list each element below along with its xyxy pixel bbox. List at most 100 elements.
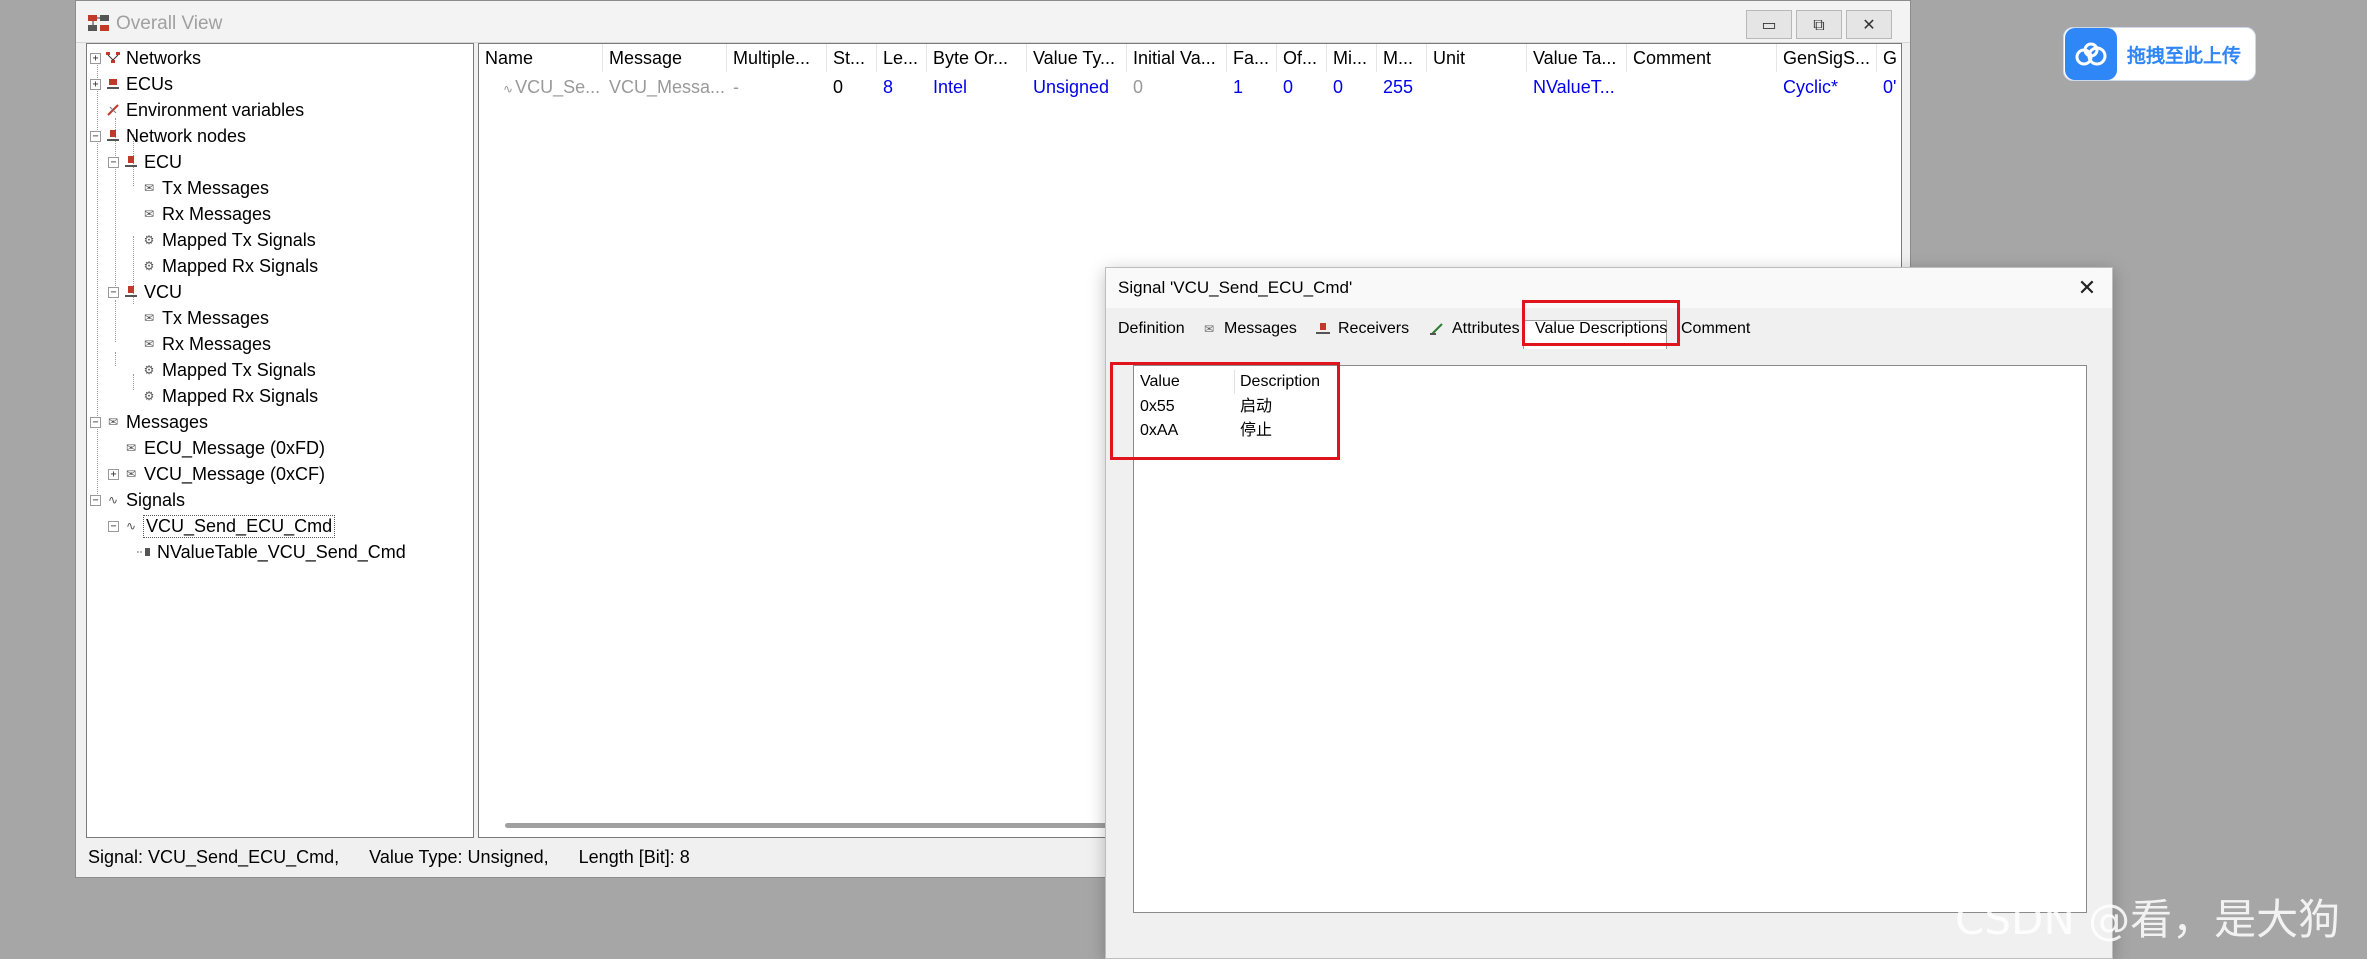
tree-item-label: Tx Messages: [162, 307, 270, 328]
cell-factor: 1: [1233, 77, 1244, 97]
signal-properties-dialog: Signal 'VCU_Send_ECU_Cmd' ✕ Definition ✉…: [1105, 267, 2113, 959]
close-button[interactable]: ✕: [1846, 10, 1892, 39]
tree-item-ecu-rx-messages[interactable]: ✉ Rx Messages: [126, 202, 271, 226]
collapse-icon[interactable]: −: [108, 156, 119, 168]
tree-item-label: VCU: [144, 281, 183, 302]
tree-item-vcu-message[interactable]: + ✉ VCU_Message (0xCF): [108, 462, 325, 486]
message-icon: ✉: [143, 181, 155, 195]
collapse-icon[interactable]: −: [90, 130, 101, 142]
message-icon: ✉: [143, 311, 155, 325]
tree-item-ecu-mapped-tx-signals[interactable]: ⚙ Mapped Tx Signals: [126, 228, 316, 252]
collapse-icon[interactable]: −: [90, 494, 101, 506]
tree-item-signal-vcu-send-ecu-cmd[interactable]: − ∿ VCU_Send_ECU_Cmd: [108, 514, 336, 538]
tab-label: Definition: [1118, 320, 1185, 337]
upload-label: 拖拽至此上传: [2127, 45, 2242, 67]
tab-label: Receivers: [1338, 320, 1410, 337]
column-header-offset[interactable]: Of...: [1277, 44, 1327, 72]
watermark-text: CSDN @看，是大狗: [1955, 895, 2341, 944]
tree-item-label: VCU_Message (0xCF): [144, 463, 326, 484]
cell-unit: [1427, 74, 1527, 100]
expand-icon[interactable]: +: [108, 468, 119, 480]
node-icon: [123, 285, 139, 299]
tab-label: Comment: [1681, 320, 1751, 337]
tree-item-signals[interactable]: − ∿ Signals: [90, 488, 185, 512]
collapse-icon[interactable]: −: [90, 416, 101, 428]
tree-item-vcu-rx-messages[interactable]: ✉ Rx Messages: [126, 332, 271, 356]
cell-initial-value: 0: [1133, 77, 1144, 97]
column-header-value-type[interactable]: Value Ty...: [1027, 44, 1127, 72]
expand-icon[interactable]: +: [90, 52, 101, 64]
column-header-message[interactable]: Message: [603, 44, 727, 72]
node-icon: [105, 129, 121, 143]
window-title: Overall View: [116, 13, 223, 34]
tree-item-ecu-tx-messages[interactable]: ✉ Tx Messages: [126, 176, 269, 200]
window-titlebar[interactable]: Overall View ▭ ⧉ ✕: [76, 1, 1910, 43]
tree-item-messages[interactable]: − ✉ Messages: [90, 410, 208, 434]
tab-definition[interactable]: Definition: [1118, 318, 1185, 340]
tree-item-value-table[interactable]: NValueTable_VCU_Send_Cmd: [126, 540, 406, 564]
column-header-unit[interactable]: Unit: [1427, 44, 1527, 72]
mapped-signal-icon: ⚙: [143, 389, 155, 403]
tree-item-label: Rx Messages: [162, 333, 272, 354]
cell-multiplexing: -: [733, 77, 739, 97]
tree-item-ecu-message[interactable]: ✉ ECU_Message (0xFD): [108, 436, 325, 460]
tree-panel[interactable]: + Networks + ECUs Environment variables …: [86, 43, 474, 838]
tree-item-node-vcu[interactable]: − VCU: [108, 280, 182, 304]
collapse-icon[interactable]: −: [108, 286, 119, 298]
column-header-g[interactable]: G: [1877, 44, 1901, 72]
tab-comment[interactable]: Comment: [1681, 318, 1750, 340]
signal-icon: ∿: [503, 82, 514, 96]
tree-item-label: Environment variables: [126, 99, 305, 120]
cell-minimum: 0: [1333, 77, 1344, 97]
column-header-gensigsendtype[interactable]: GenSigS...: [1777, 44, 1877, 72]
dialog-close-button[interactable]: ✕: [2070, 272, 2104, 304]
cell-byte-order: Intel: [933, 77, 968, 97]
tab-messages[interactable]: ✉ Messages: [1200, 318, 1297, 340]
tree-item-label: Network nodes: [126, 125, 247, 146]
tree-item-environment-variables[interactable]: Environment variables: [90, 98, 304, 122]
tree-item-node-ecu[interactable]: − ECU: [108, 150, 182, 174]
column-header-minimum[interactable]: Mi...: [1327, 44, 1377, 72]
column-header-comment[interactable]: Comment: [1627, 44, 1777, 72]
highlight-box-values: [1110, 362, 1340, 460]
maximize-button[interactable]: ⧉: [1796, 10, 1842, 39]
tree-item-label: Signals: [126, 489, 186, 510]
tree-item-vcu-mapped-tx-signals[interactable]: ⚙ Mapped Tx Signals: [126, 358, 316, 382]
column-header-factor[interactable]: Fa...: [1227, 44, 1277, 72]
tree-item-ecu-mapped-rx-signals[interactable]: ⚙ Mapped Rx Signals: [126, 254, 318, 278]
mapped-signal-icon: ⚙: [143, 363, 155, 377]
cloud-upload-icon: [2065, 28, 2117, 80]
column-header-value-table[interactable]: Value Ta...: [1527, 44, 1627, 72]
tree-item-label: VCU_Send_ECU_Cmd: [142, 514, 336, 538]
collapse-icon[interactable]: −: [108, 520, 119, 532]
column-header-startbit[interactable]: St...: [827, 44, 877, 72]
column-header-name[interactable]: Name: [479, 44, 603, 72]
tab-receivers[interactable]: Receivers: [1314, 318, 1409, 340]
message-icon: ✉: [143, 337, 155, 351]
message-icon: ✉: [143, 207, 155, 221]
minimize-button[interactable]: ▭: [1746, 10, 1792, 39]
cell-g: 0': [1883, 77, 1897, 97]
column-header-maximum[interactable]: M...: [1377, 44, 1427, 72]
node-icon: [123, 155, 139, 169]
scrollbar-thumb[interactable]: [505, 823, 1125, 828]
tree-item-vcu-mapped-rx-signals[interactable]: ⚙ Mapped Rx Signals: [126, 384, 318, 408]
tree-item-label: Mapped Tx Signals: [162, 359, 316, 380]
tree-item-ecus[interactable]: + ECUs: [90, 72, 173, 96]
column-header-length[interactable]: Le...: [877, 44, 927, 72]
tab-attributes[interactable]: Attributes: [1428, 318, 1520, 340]
column-header-byte-order[interactable]: Byte Or...: [927, 44, 1027, 72]
status-bar: Signal: VCU_Send_ECU_Cmd, Value Type: Un…: [88, 841, 690, 873]
column-header-multiplexing[interactable]: Multiple...: [727, 44, 827, 72]
tree-item-networks[interactable]: + Networks: [90, 46, 201, 70]
status-value-type: Value Type: Unsigned,: [369, 847, 549, 867]
column-header-initial-value[interactable]: Initial Va...: [1127, 44, 1227, 72]
tree-item-vcu-tx-messages[interactable]: ✉ Tx Messages: [126, 306, 269, 330]
mapped-signal-icon: ⚙: [143, 259, 155, 273]
highlight-box-tab: [1522, 300, 1680, 346]
message-icon: ✉: [107, 415, 119, 429]
upload-drop-button[interactable]: 拖拽至此上传: [2063, 27, 2256, 81]
tree-item-network-nodes[interactable]: − Network nodes: [90, 124, 246, 148]
tree-item-label: Mapped Rx Signals: [162, 385, 319, 406]
expand-icon[interactable]: +: [90, 78, 101, 90]
